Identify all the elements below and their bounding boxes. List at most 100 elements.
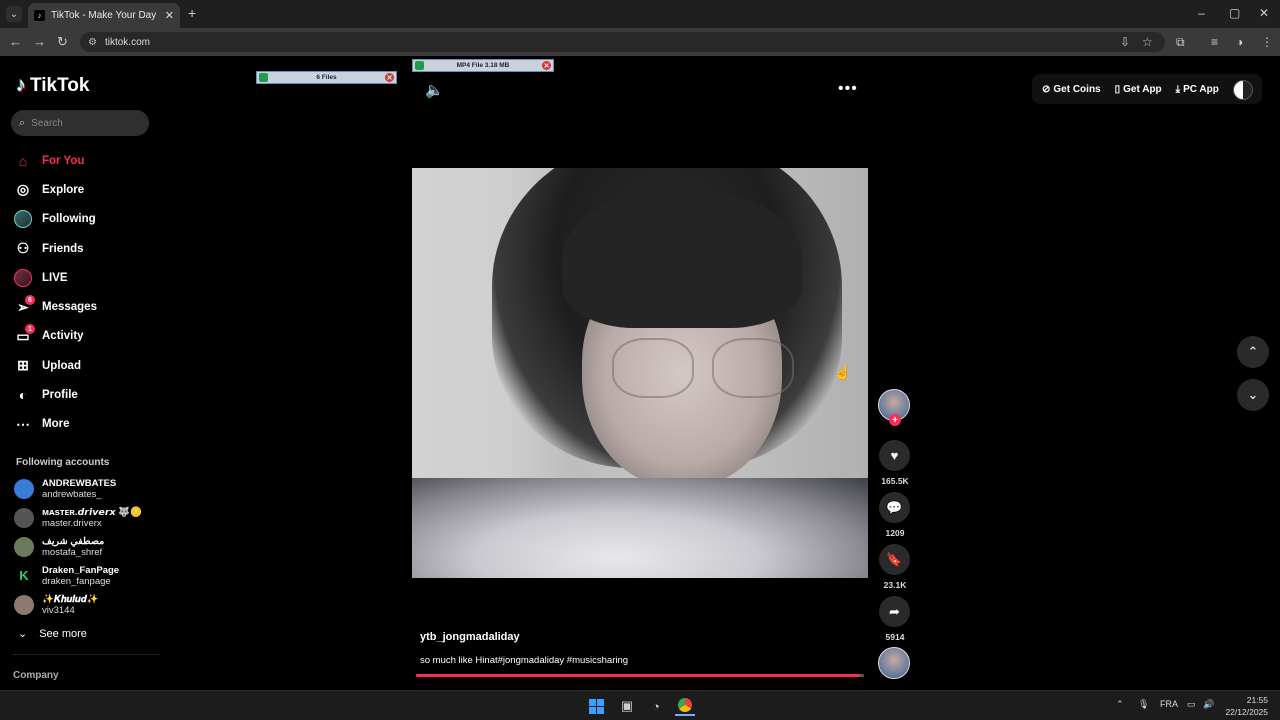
video-player[interactable] xyxy=(412,168,868,578)
microphone-icon[interactable]: 🎙 xyxy=(1138,699,1149,710)
sidebar-item-for-you[interactable]: ⌂ For You xyxy=(14,146,154,175)
browser-tab[interactable]: ♪ TikTok - Make Your Day ✕ xyxy=(28,3,180,28)
profile-icon: ◐ xyxy=(18,387,28,404)
get-coins-button[interactable]: ⊘ Get Coins xyxy=(1042,84,1101,95)
tab-close-icon[interactable]: ✕ xyxy=(165,9,174,22)
sidebar-item-label: Upload xyxy=(42,359,81,372)
divider xyxy=(12,654,160,655)
widgets-icon[interactable]: ◔ xyxy=(646,696,666,716)
windows-taskbar: ▣ ◔ ⌃ 🎙 FRA ▭ 🔊 21:55 22/12/2025 xyxy=(0,690,1280,720)
download-pill-mp4[interactable]: MP4 File 3.18 MB ✕ xyxy=(412,59,554,72)
previous-video-button[interactable]: ⌃ xyxy=(1237,336,1269,368)
account-name: مصطفي شريف xyxy=(42,535,105,547)
comment-icon: 💬 xyxy=(886,499,903,515)
start-button[interactable] xyxy=(586,696,606,716)
download-icon: ⤓ xyxy=(1175,83,1181,95)
get-app-button[interactable]: ▯ Get App xyxy=(1115,84,1162,95)
sidebar-nav: ⌂ For You ◎ Explore Following ⚇ Friends … xyxy=(14,146,154,439)
sidebar-item-friends[interactable]: ⚇ Friends xyxy=(14,234,154,263)
home-icon: ⌂ xyxy=(18,152,28,169)
minimize-button[interactable]: – xyxy=(1198,6,1205,20)
back-icon[interactable]: ← xyxy=(9,34,22,49)
more-options-icon[interactable]: ••• xyxy=(838,80,858,98)
new-tab-button[interactable]: + xyxy=(188,5,196,21)
search-input[interactable]: ⌕ Search xyxy=(11,110,149,136)
download-pill-files[interactable]: 6 Files ✕ xyxy=(256,71,397,84)
heart-icon: ♥ xyxy=(890,448,899,463)
video-description: so much like Hinat#jongmadaliday #musics… xyxy=(420,655,629,666)
pc-app-button[interactable]: ⤓ PC App xyxy=(1176,84,1219,95)
profile-avatar-icon[interactable]: ◑ xyxy=(1236,35,1243,49)
close-icon[interactable]: ✕ xyxy=(542,61,551,70)
music-disc-avatar[interactable] xyxy=(878,647,910,679)
forward-icon[interactable]: → xyxy=(33,34,46,49)
close-icon[interactable]: ✕ xyxy=(385,73,394,82)
sidebar-item-label: Profile xyxy=(42,389,78,402)
close-window-button[interactable]: ✕ xyxy=(1259,6,1269,20)
save-button[interactable]: 🔖 xyxy=(879,544,910,575)
sidebar-item-profile[interactable]: ◐ Profile xyxy=(14,380,154,409)
sidebar-item-label: Following xyxy=(42,213,96,226)
chrome-taskbar-icon[interactable] xyxy=(675,696,695,716)
list-item[interactable]: مصطفي شريف mostafa_shref xyxy=(14,532,164,561)
language-indicator[interactable]: FRA xyxy=(1160,699,1178,709)
task-view-icon[interactable]: ▣ xyxy=(617,696,637,716)
sidebar-item-label: More xyxy=(42,418,70,431)
account-handle: master.driverx xyxy=(42,517,102,529)
sidebar-item-activity[interactable]: ▭ 1 Activity xyxy=(14,322,154,351)
sidebar-item-more[interactable]: ⋯ More xyxy=(14,410,154,439)
reload-icon[interactable]: ↻ xyxy=(57,34,68,50)
volume-icon[interactable]: 🔊 xyxy=(1203,699,1214,710)
video-frame-hair xyxy=(562,188,802,328)
tiktok-page: 6 Files ✕ MP4 File 3.18 MB ✕ ♪ TikTok ⌕ … xyxy=(0,56,1280,690)
sidebar-item-label: Messages xyxy=(42,301,97,314)
address-bar[interactable]: ⚙ tiktok.com xyxy=(80,32,1165,52)
video-frame-clothing xyxy=(412,478,868,578)
tiktok-note-icon: ♪ xyxy=(16,74,26,96)
share-button[interactable]: ➦ xyxy=(879,596,910,627)
get-coins-label: Get Coins xyxy=(1053,83,1101,95)
download-icon xyxy=(415,61,424,70)
browser-menu-icon[interactable]: ⋮ xyxy=(1261,35,1273,49)
video-progress-bar[interactable] xyxy=(416,674,864,677)
tiktok-logo[interactable]: ♪ TikTok xyxy=(16,74,89,97)
following-accounts-heading: Following accounts xyxy=(16,457,110,468)
install-app-icon[interactable]: ⇩ xyxy=(1120,35,1130,49)
next-video-button[interactable]: ⌄ xyxy=(1237,379,1269,411)
list-item[interactable]: K Draken_FanPage draken_fanpage xyxy=(14,561,164,590)
company-heading[interactable]: Company xyxy=(13,670,59,681)
sidebar-item-messages[interactable]: ➢ 6 Messages xyxy=(14,292,154,321)
tab-search-button[interactable]: ⌄ xyxy=(6,6,22,22)
more-icon: ⋯ xyxy=(16,415,30,432)
avatar[interactable] xyxy=(1233,80,1253,100)
follow-plus-icon[interactable]: + xyxy=(889,414,901,426)
media-controls-icon[interactable]: ≡ xyxy=(1211,35,1218,49)
sidebar-item-live[interactable]: LIVE xyxy=(14,263,154,292)
restore-button[interactable]: ▢ xyxy=(1229,6,1240,20)
sidebar-item-upload[interactable]: ⊞ Upload xyxy=(14,351,154,380)
get-app-label: Get App xyxy=(1123,83,1162,95)
tray-overflow-icon[interactable]: ⌃ xyxy=(1116,699,1124,710)
see-more-button[interactable]: ⌄ See more xyxy=(18,627,87,641)
comment-button[interactable]: 💬 xyxy=(879,492,910,523)
list-item[interactable]: ANDREWBATES andrewbates_ xyxy=(14,474,164,503)
video-author[interactable]: ytb_jongmadaliday xyxy=(420,631,520,643)
sidebar-item-explore[interactable]: ◎ Explore xyxy=(14,175,154,204)
list-item[interactable]: ᴍᴀsᴛᴇʀ.𝙙𝙧𝙞𝙫𝙚𝙧𝙭 🐺🪙 master.driverx xyxy=(14,503,164,532)
like-button[interactable]: ♥ xyxy=(879,440,910,471)
list-item[interactable]: ✨𝑲𝒉𝒖𝒍𝒖𝒅✨ viv3144 xyxy=(14,590,164,619)
bookmark-star-icon[interactable]: ☆ xyxy=(1142,35,1153,49)
sidebar-item-following[interactable]: Following xyxy=(14,205,154,234)
system-clock[interactable]: 21:55 22/12/2025 xyxy=(1222,694,1268,718)
account-handle: mostafa_shref xyxy=(42,546,103,558)
messages-badge: 6 xyxy=(25,295,35,306)
network-icon[interactable]: ▭ xyxy=(1187,699,1196,710)
account-handle: draken_fanpage xyxy=(42,575,111,587)
download-pill-label: MP4 File 3.18 MB xyxy=(456,62,510,69)
site-info-icon[interactable]: ⚙ xyxy=(88,37,97,48)
share-count: 5914 xyxy=(885,632,905,642)
extensions-icon[interactable]: ⧉ xyxy=(1176,35,1185,50)
header-actions: ⊘ Get Coins ▯ Get App ⤓ PC App xyxy=(1032,74,1262,104)
windows-logo-icon xyxy=(588,698,604,714)
volume-icon[interactable]: 🔈 xyxy=(425,81,444,99)
